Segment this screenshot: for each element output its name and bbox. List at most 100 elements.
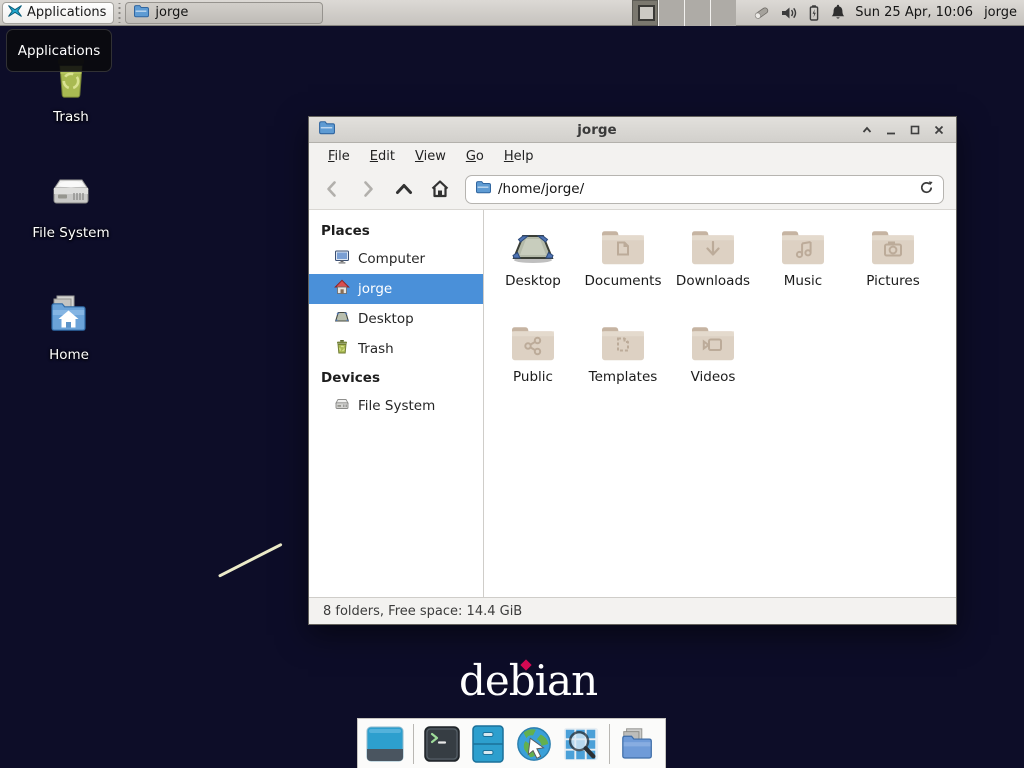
path-text[interactable]: /home/jorge/ (498, 181, 912, 197)
folder-item-templates[interactable]: Templates (578, 312, 668, 408)
path-bar[interactable]: /home/jorge/ (465, 175, 944, 204)
music-folder-icon (779, 226, 827, 270)
workspace-1[interactable] (632, 0, 658, 26)
pager-window-thumb (638, 5, 655, 21)
show-desktop-button[interactable] (366, 725, 404, 763)
application-finder-button[interactable] (562, 725, 600, 763)
home-icon (334, 279, 350, 299)
templates-folder-icon (599, 322, 647, 366)
panel-clock[interactable]: Sun 25 Apr, 10:06 (855, 5, 973, 20)
sidebar-header-places: Places (309, 217, 483, 244)
web-browser-button[interactable] (515, 725, 553, 763)
menu-edit[interactable]: Edit (360, 146, 405, 167)
dock-separator (413, 724, 414, 764)
toolbar: /home/jorge/ (309, 169, 956, 210)
folder-item-pictures[interactable]: Pictures (848, 216, 938, 312)
folder-item-public[interactable]: Public (488, 312, 578, 408)
sidebar-header-devices: Devices (309, 364, 483, 391)
window-content: Places Computer jorge Desktop (309, 210, 956, 597)
menubar: File Edit View Go Help (309, 143, 956, 169)
desktop-icon-label: File System (32, 225, 109, 241)
close-button[interactable] (931, 122, 947, 138)
bottom-dock (357, 718, 666, 768)
home-button[interactable] (429, 178, 451, 200)
reload-icon[interactable] (919, 180, 934, 199)
workspace-pager (632, 0, 736, 26)
pictures-folder-icon (869, 226, 917, 270)
panel-username[interactable]: jorge (984, 5, 1017, 20)
xfce-menu-icon (7, 3, 23, 23)
folder-item-desktop[interactable]: Desktop (488, 216, 578, 312)
sidebar-item-desktop[interactable]: Desktop (309, 304, 483, 334)
menu-help[interactable]: Help (494, 146, 544, 167)
sidebar-item-label: File System (358, 398, 435, 414)
folder-label: Templates (589, 369, 658, 385)
taskbar-window-label: jorge (155, 5, 188, 20)
notifications-bell-icon[interactable] (830, 4, 846, 22)
directory-menu-button[interactable] (619, 725, 657, 763)
folder-label: Desktop (505, 273, 561, 289)
desktop-icon (334, 309, 350, 329)
sidebar-item-label: Computer (358, 251, 425, 267)
sidebar: Places Computer jorge Desktop (309, 210, 484, 597)
desktop-icon-label: Trash (53, 109, 89, 125)
workspace-4[interactable] (710, 0, 736, 26)
debian-logo: debian (459, 660, 597, 702)
terminal-button[interactable] (423, 725, 461, 763)
menu-go[interactable]: Go (456, 146, 494, 167)
drive-icon (334, 396, 350, 416)
home-folder-icon (45, 290, 93, 342)
stray-line-artifact (218, 543, 283, 578)
sidebar-item-computer[interactable]: Computer (309, 244, 483, 274)
videos-folder-icon (689, 322, 737, 366)
statusbar: 8 folders, Free space: 14.4 GiB (309, 597, 956, 624)
panel-handle[interactable] (116, 3, 123, 23)
folder-item-videos[interactable]: Videos (668, 312, 758, 408)
sidebar-item-label: Trash (358, 341, 394, 357)
desktop-icon-home[interactable]: Home (23, 290, 115, 363)
documents-folder-icon (599, 226, 647, 270)
workspace-2[interactable] (658, 0, 684, 26)
folder-item-music[interactable]: Music (758, 216, 848, 312)
folder-item-documents[interactable]: Documents (578, 216, 668, 312)
dock-separator (609, 724, 610, 764)
folder-label: Public (513, 369, 553, 385)
minimize-button[interactable] (883, 122, 899, 138)
forward-button[interactable] (357, 178, 379, 200)
sidebar-item-jorge[interactable]: jorge (309, 274, 483, 304)
applications-menu-button[interactable]: Applications (2, 2, 114, 24)
hard-drive-icon (47, 168, 95, 220)
sidebar-item-file-system[interactable]: File System (309, 391, 483, 421)
desktop-icon (509, 226, 557, 270)
maximize-button[interactable] (907, 122, 923, 138)
desktop-icon-label: Home (49, 347, 89, 363)
window-titlebar[interactable]: jorge (309, 117, 956, 143)
shade-button[interactable] (859, 122, 875, 138)
sidebar-item-trash[interactable]: Trash (309, 334, 483, 364)
window-folder-icon (318, 119, 335, 140)
volume-icon[interactable] (780, 4, 798, 22)
statusbar-text: 8 folders, Free space: 14.4 GiB (323, 604, 522, 619)
top-panel: Applications jorge Sun 25 Apr, 10:06 jor… (0, 0, 1024, 26)
window-title: jorge (343, 122, 851, 138)
battery-icon[interactable] (807, 4, 821, 22)
input-device-icon[interactable] (752, 4, 771, 22)
trash-icon (334, 339, 350, 359)
menu-view[interactable]: View (405, 146, 456, 167)
back-button[interactable] (321, 178, 343, 200)
folder-label: Documents (585, 273, 662, 289)
public-folder-icon (509, 322, 557, 366)
workspace-3[interactable] (684, 0, 710, 26)
folder-label: Videos (691, 369, 736, 385)
menu-file[interactable]: File (318, 146, 360, 167)
applications-menu-label: Applications (27, 5, 106, 20)
desktop-icon-file-system[interactable]: File System (25, 168, 117, 241)
sidebar-item-label: jorge (358, 281, 392, 297)
file-manager-button[interactable] (470, 725, 506, 763)
applications-tooltip: Applications (6, 29, 112, 72)
computer-icon (334, 249, 350, 269)
up-button[interactable] (393, 178, 415, 200)
window-folder-icon (133, 3, 149, 23)
taskbar-window-button[interactable]: jorge (125, 2, 323, 24)
folder-item-downloads[interactable]: Downloads (668, 216, 758, 312)
